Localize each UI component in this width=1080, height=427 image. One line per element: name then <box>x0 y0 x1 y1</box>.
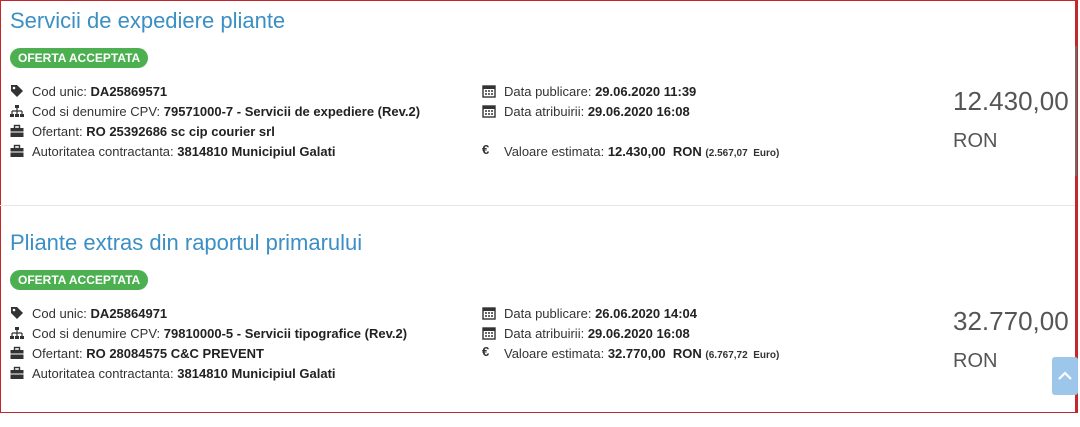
valoare-euro: (6.767,72 Euro) <box>705 350 780 361</box>
details-left: Cod unic: DA25864971 Cod si denumire CPV… <box>10 304 430 384</box>
ofertant-label: Ofertant: <box>32 124 83 139</box>
data-atribuirii-row: Data atribuirii: 29.06.2020 16:08 <box>482 324 842 344</box>
chevron-up-icon <box>1058 371 1072 380</box>
briefcase-icon <box>10 124 26 140</box>
amount-value: 12.430,00 <box>953 86 1069 116</box>
result-card: Servicii de expediere pliante OFERTA ACC… <box>0 0 1075 206</box>
briefcase-icon <box>10 144 26 160</box>
valoare-label: Valoare estimata: <box>504 346 605 361</box>
briefcase-icon <box>10 346 26 362</box>
valoare-value: 12.430,00 RON <box>607 144 702 159</box>
calendar-icon <box>482 104 498 120</box>
data-atribuirii-label: Data atribuirii: <box>504 326 585 341</box>
autoritate-value: 3814810 Municipiul Galati <box>177 144 336 159</box>
status-badge: OFERTA ACCEPTATA <box>10 270 149 290</box>
data-publicare-label: Data publicare: <box>504 84 592 99</box>
data-atribuirii-row: Data atribuirii: 29.06.2020 16:08 <box>482 102 842 122</box>
result-title[interactable]: Pliante extras din raportul primarului <box>10 230 362 256</box>
calendar-icon <box>482 306 498 322</box>
sitemap-icon <box>10 104 26 120</box>
amount-value: 32.770,00 <box>953 306 1069 336</box>
ofertant-value: RO 25392686 sc cip courier srl <box>86 124 275 139</box>
sitemap-icon <box>10 326 26 342</box>
ofertant-value: RO 28084575 C&C PREVENT <box>86 346 264 361</box>
cpv-value: 79571000-7 - Servicii de expediere (Rev.… <box>163 104 421 119</box>
valoare-row: € Valoare estimata: 32.770,00 RON (6.767… <box>482 344 842 366</box>
calendar-icon <box>482 84 498 100</box>
data-publicare-label: Data publicare: <box>504 306 592 321</box>
euro-icon: € <box>482 142 490 157</box>
data-atribuirii-value: 29.06.2020 16:08 <box>587 104 690 119</box>
cod-unic-value: DA25864971 <box>90 306 168 321</box>
cod-unic-label: Cod unic: <box>32 306 87 321</box>
result-card: Pliante extras din raportul primarului O… <box>0 222 1075 427</box>
cpv-row: Cod si denumire CPV: 79810000-5 - Servic… <box>10 324 430 344</box>
details-middle: Data publicare: 29.06.2020 11:39 Data at… <box>482 82 842 164</box>
cpv-value: 79810000-5 - Servicii tipografice (Rev.2… <box>163 326 408 341</box>
status-badge: OFERTA ACCEPTATA <box>10 48 149 68</box>
data-publicare-value: 29.06.2020 11:39 <box>595 84 697 99</box>
autoritate-label: Autoritatea contractanta: <box>32 366 174 381</box>
briefcase-icon <box>10 366 26 382</box>
amount-currency: RON <box>953 350 998 372</box>
cod-unic-row: Cod unic: DA25864971 <box>10 304 430 324</box>
result-title[interactable]: Servicii de expediere pliante <box>10 8 285 34</box>
cod-unic-row: Cod unic: DA25869571 <box>10 82 430 102</box>
ofertant-row: Ofertant: RO 28084575 C&C PREVENT <box>10 344 430 364</box>
details-middle: Data publicare: 26.06.2020 14:04 Data at… <box>482 304 842 366</box>
tag-icon <box>10 84 26 100</box>
tag-icon <box>10 306 26 322</box>
autoritate-row: Autoritatea contractanta: 3814810 Munici… <box>10 142 430 162</box>
valoare-euro: (2.567,07 Euro) <box>705 148 780 159</box>
valoare-value: 32.770,00 RON <box>607 346 702 361</box>
cpv-label: Cod si denumire CPV: <box>32 104 161 119</box>
autoritate-row: Autoritatea contractanta: 3814810 Munici… <box>10 364 430 384</box>
scroll-to-top-button[interactable] <box>1052 357 1078 395</box>
data-publicare-value: 26.06.2020 14:04 <box>595 306 698 321</box>
valoare-label: Valoare estimata: <box>504 144 605 159</box>
euro-icon: € <box>482 344 490 359</box>
data-atribuirii-label: Data atribuirii: <box>504 104 585 119</box>
details-left: Cod unic: DA25869571 Cod si denumire CPV… <box>10 82 430 162</box>
valoare-row: € Valoare estimata: 12.430,00 RON (2.567… <box>482 142 842 164</box>
cpv-row: Cod si denumire CPV: 79571000-7 - Servic… <box>10 102 430 122</box>
cpv-label: Cod si denumire CPV: <box>32 326 161 341</box>
amount-currency: RON <box>953 130 998 152</box>
data-publicare-row: Data publicare: 26.06.2020 14:04 <box>482 304 842 324</box>
data-publicare-row: Data publicare: 29.06.2020 11:39 <box>482 82 842 102</box>
cod-unic-label: Cod unic: <box>32 84 87 99</box>
data-atribuirii-value: 29.06.2020 16:08 <box>587 326 690 341</box>
calendar-icon <box>482 326 498 342</box>
autoritate-value: 3814810 Municipiul Galati <box>177 366 336 381</box>
ofertant-label: Ofertant: <box>32 346 83 361</box>
ofertant-row: Ofertant: RO 25392686 sc cip courier srl <box>10 122 430 142</box>
autoritate-label: Autoritatea contractanta: <box>32 144 174 159</box>
cod-unic-value: DA25869571 <box>90 84 168 99</box>
